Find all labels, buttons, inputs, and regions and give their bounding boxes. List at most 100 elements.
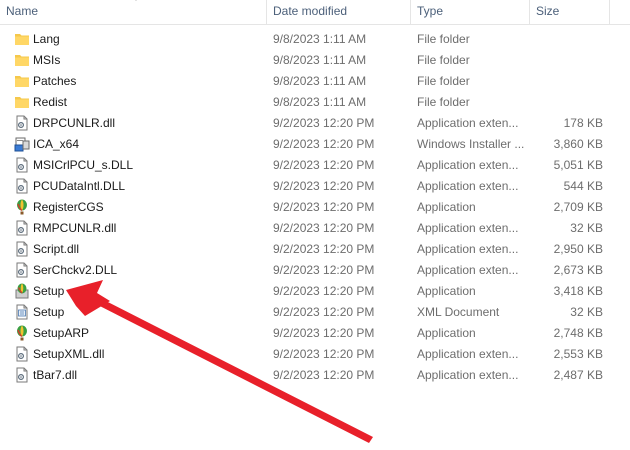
file-name: RMPCUNLR.dll xyxy=(33,221,117,235)
file-row[interactable]: MSICrlPCU_s.DLL 9/2/2023 12:20 PM Applicat… xyxy=(0,155,630,176)
file-type: Application exten... xyxy=(417,263,519,277)
file-size xyxy=(530,71,603,92)
column-header-type-label: Type xyxy=(417,4,444,18)
file-row[interactable]: RMPCUNLR.dll 9/2/2023 12:20 PM Application… xyxy=(0,218,630,239)
file-type: File folder xyxy=(417,53,470,67)
file-size xyxy=(530,92,603,113)
file-date-modified: 9/2/2023 12:20 PM xyxy=(273,305,375,319)
dll-file-icon xyxy=(14,157,30,173)
xml-file-icon xyxy=(14,304,30,320)
file-size xyxy=(530,29,603,50)
file-name: Lang xyxy=(33,32,60,46)
file-row[interactable]: RegisterCGS 9/2/2023 12:20 PM Application 2… xyxy=(0,197,630,218)
file-date-modified: 9/2/2023 12:20 PM xyxy=(273,179,375,193)
file-row[interactable]: SetupARP 9/2/2023 12:20 PM Application 2,74… xyxy=(0,323,630,344)
folder-icon xyxy=(14,94,30,110)
file-date-modified: 9/2/2023 12:20 PM xyxy=(273,137,375,151)
file-row[interactable]: SetupXML.dll 9/2/2023 12:20 PM Application… xyxy=(0,344,630,365)
file-size: 32 KB xyxy=(570,221,603,235)
column-header-size[interactable]: Size xyxy=(530,0,610,24)
file-row[interactable]: Lang 9/8/2023 1:11 AM File folder xyxy=(0,29,630,50)
file-type: XML Document xyxy=(417,305,500,319)
column-header-date-label: Date modified xyxy=(273,4,348,18)
folder-icon xyxy=(14,73,30,89)
file-name: Setup xyxy=(33,284,65,298)
file-date-modified: 9/2/2023 12:20 PM xyxy=(273,116,375,130)
file-date-modified: 9/2/2023 12:20 PM xyxy=(273,242,375,256)
dll-file-icon xyxy=(14,346,30,362)
file-type: Application exten... xyxy=(417,116,519,130)
file-size: 2,673 KB xyxy=(553,263,603,277)
file-size xyxy=(530,50,603,71)
file-date-modified: 9/8/2023 1:11 AM xyxy=(273,32,367,46)
file-name: PCUDataIntl.DLL xyxy=(33,179,126,193)
file-size: 3,418 KB xyxy=(553,284,603,298)
file-date-modified: 9/2/2023 12:20 PM xyxy=(273,158,375,172)
file-row[interactable]: Redist 9/8/2023 1:11 AM File folder xyxy=(0,92,630,113)
installer-icon xyxy=(14,136,30,152)
file-type: Application exten... xyxy=(417,368,519,382)
file-date-modified: 9/2/2023 12:20 PM xyxy=(273,200,375,214)
file-type: Application exten... xyxy=(417,179,519,193)
file-date-modified: 9/2/2023 12:20 PM xyxy=(273,284,375,298)
file-size: 2,553 KB xyxy=(553,347,603,361)
file-name: SetupARP xyxy=(33,326,90,340)
file-name: tBar7.dll xyxy=(33,368,78,382)
file-type: File folder xyxy=(417,74,470,88)
column-header-date[interactable]: Date modified xyxy=(267,0,411,24)
file-row[interactable]: Script.dll 9/2/2023 12:20 PM Application e… xyxy=(0,239,630,260)
file-type: File folder xyxy=(417,95,470,109)
dll-file-icon xyxy=(14,241,30,257)
file-name: ICA_x64 xyxy=(33,137,80,151)
file-type: Application xyxy=(417,200,476,214)
file-size: 3,860 KB xyxy=(553,137,603,151)
file-row[interactable]: DRPCUNLR.dll 9/2/2023 12:20 PM Application… xyxy=(0,113,630,134)
file-type: Application exten... xyxy=(417,158,519,172)
file-size: 2,487 KB xyxy=(553,368,603,382)
sort-caret-icon xyxy=(130,0,142,4)
file-name: Setup xyxy=(33,305,65,319)
file-size: 2,709 KB xyxy=(553,200,603,214)
file-type: Windows Installer ... xyxy=(417,137,525,151)
file-size: 2,748 KB xyxy=(553,326,603,340)
folder-icon xyxy=(14,31,30,47)
file-size: 5,051 KB xyxy=(553,158,603,172)
file-size: 178 KB xyxy=(563,116,603,130)
file-date-modified: 9/8/2023 1:11 AM xyxy=(273,95,367,109)
file-date-modified: 9/8/2023 1:11 AM xyxy=(273,74,367,88)
column-header-type[interactable]: Type xyxy=(411,0,530,24)
dll-file-icon xyxy=(14,367,30,383)
file-row[interactable]: MSIs 9/8/2023 1:11 AM File folder xyxy=(0,50,630,71)
setup-app-icon xyxy=(14,283,30,299)
file-name: Patches xyxy=(33,74,77,88)
file-name: MSIs xyxy=(33,53,61,67)
file-row[interactable]: Setup 9/2/2023 12:20 PM XML Document 32 KB xyxy=(0,302,630,323)
file-type: Application exten... xyxy=(417,347,519,361)
balloon-app-icon xyxy=(14,325,30,341)
file-date-modified: 9/2/2023 12:20 PM xyxy=(273,221,375,235)
file-type: Application xyxy=(417,284,476,298)
file-name: RegisterCGS xyxy=(33,200,104,214)
file-name: SerChckv2.DLL xyxy=(33,263,118,277)
file-row[interactable]: ICA_x64 9/2/2023 12:20 PM Windows Installe… xyxy=(0,134,630,155)
file-name: Redist xyxy=(33,95,68,109)
file-date-modified: 9/8/2023 1:11 AM xyxy=(273,53,367,67)
dll-file-icon xyxy=(14,115,30,131)
file-name: DRPCUNLR.dll xyxy=(33,116,116,130)
folder-icon xyxy=(14,52,30,68)
file-date-modified: 9/2/2023 12:20 PM xyxy=(273,263,375,277)
file-size: 2,950 KB xyxy=(553,242,603,256)
dll-file-icon xyxy=(14,178,30,194)
file-type: Application exten... xyxy=(417,221,519,235)
file-row[interactable]: Setup 9/2/2023 12:20 PM Application 3,418 K… xyxy=(0,281,630,302)
file-type: Application xyxy=(417,326,476,340)
dll-file-icon xyxy=(14,220,30,236)
file-row[interactable]: SerChckv2.DLL 9/2/2023 12:20 PM Applicatio… xyxy=(0,260,630,281)
file-row[interactable]: PCUDataIntl.DLL 9/2/2023 12:20 PM Applicat… xyxy=(0,176,630,197)
file-row[interactable]: Patches 9/8/2023 1:11 AM File folder xyxy=(0,71,630,92)
file-size: 32 KB xyxy=(570,305,603,319)
file-size: 544 KB xyxy=(563,179,603,193)
file-type: File folder xyxy=(417,32,470,46)
file-row[interactable]: tBar7.dll 9/2/2023 12:20 PM Application ex… xyxy=(0,365,630,386)
column-header-name-label: Name xyxy=(6,4,39,18)
